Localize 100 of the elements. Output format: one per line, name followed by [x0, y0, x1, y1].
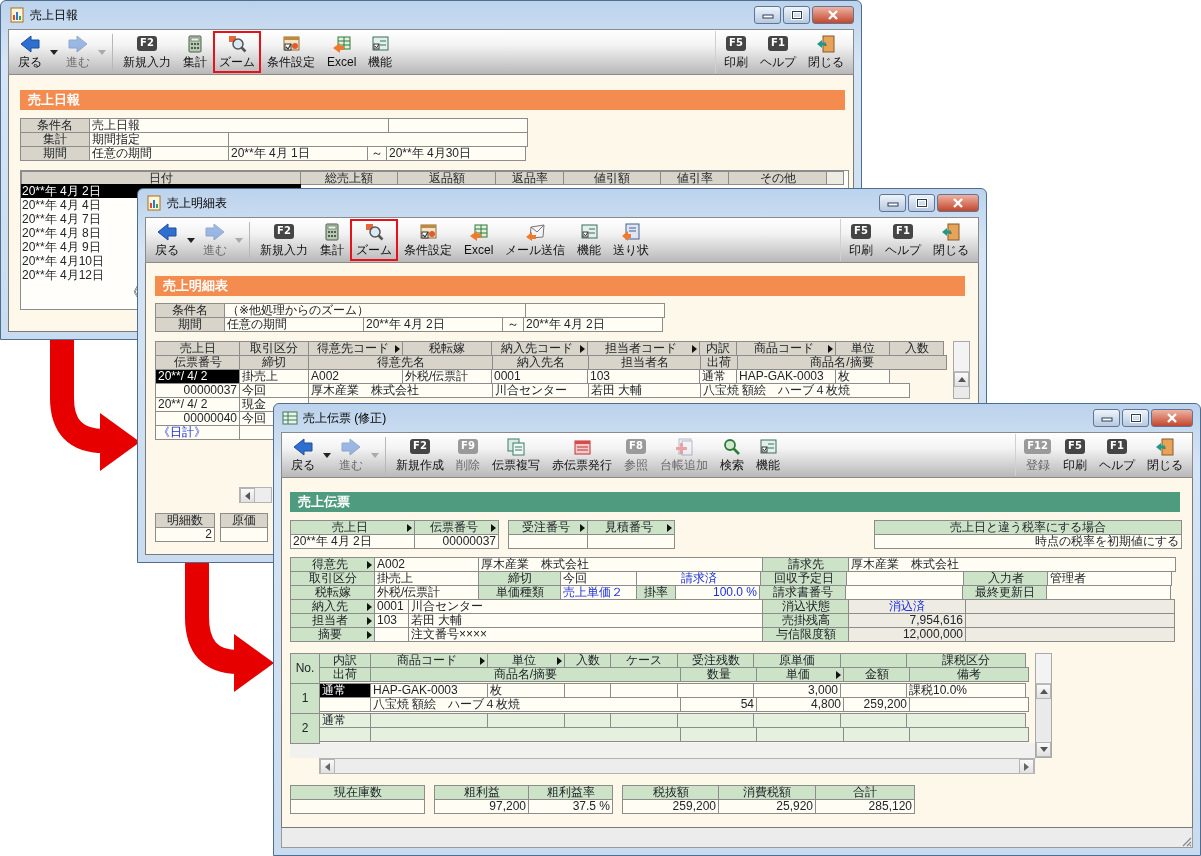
- toolbar-button[interactable]: 集計: [314, 219, 350, 261]
- right-triangle-icon: [1024, 762, 1029, 771]
- toolbar-button[interactable]: 検索: [714, 434, 750, 476]
- column-header: 数量: [680, 667, 757, 682]
- scroll-left-button[interactable]: [240, 488, 255, 503]
- minimize-button[interactable]: [1093, 409, 1120, 427]
- toolbar-button[interactable]: F2 新規入力: [117, 31, 177, 73]
- slip-icon: [572, 438, 592, 456]
- table-cell: 若田 大輔: [588, 383, 701, 398]
- minimize-button[interactable]: [754, 6, 781, 24]
- toolbar-button[interactable]: F2 新規作成: [390, 434, 450, 476]
- toolbar-button[interactable]: F5 印刷: [718, 31, 754, 73]
- field-label: 得意先: [311, 558, 349, 571]
- table-cell: 厚木産業 株式会社: [308, 383, 493, 398]
- down-triangle-icon: [1039, 747, 1048, 752]
- toolbar-button[interactable]: 伝票複写: [486, 434, 546, 476]
- toolbar-button[interactable]: 送り状: [607, 219, 656, 261]
- back-arrow-icon: [20, 35, 40, 53]
- toolbar-button[interactable]: ズーム: [213, 31, 261, 73]
- field-value: 2: [155, 527, 215, 542]
- toolbar-button[interactable]: 機能: [750, 434, 786, 476]
- maximize-button[interactable]: [1122, 409, 1149, 427]
- scroll-left-button[interactable]: [320, 759, 335, 774]
- toolbar-button[interactable]: 閉じる: [927, 219, 975, 261]
- key-badge: F1: [768, 36, 788, 51]
- field-value: 00000037: [414, 534, 499, 549]
- field-value: 20**年 4月 1日: [228, 146, 368, 161]
- door-icon: [941, 223, 961, 241]
- toolbar-button[interactable]: F5 印刷: [843, 219, 879, 261]
- column-header: 出荷: [319, 667, 371, 682]
- table-cell: 54: [680, 697, 757, 712]
- toolbar-button[interactable]: F5 印刷: [1057, 434, 1093, 476]
- scroll-down-button[interactable]: [1036, 742, 1051, 757]
- toolbar-button[interactable]: 機能: [571, 219, 608, 261]
- close-button[interactable]: [1151, 409, 1193, 427]
- toolbar-button[interactable]: メール送信: [499, 219, 572, 261]
- calculator-icon: [322, 223, 342, 241]
- toolbar-button[interactable]: 戻る: [285, 434, 321, 476]
- toolbar-button[interactable]: 条件設定: [398, 219, 458, 261]
- field-label: 伝票番号: [429, 521, 479, 534]
- field-label: 納入先: [311, 600, 349, 613]
- left-triangle-icon: [325, 762, 330, 771]
- toolbar-button[interactable]: 戻る: [12, 31, 48, 73]
- back-arrow-icon: [157, 223, 177, 241]
- close-button[interactable]: [937, 194, 979, 212]
- toolbar-button[interactable]: F1 ヘルプ: [1093, 434, 1141, 476]
- toolbar-button[interactable]: F1 ヘルプ: [754, 31, 802, 73]
- scroll-right-button[interactable]: [1019, 759, 1034, 774]
- spreadsheet-icon: [331, 35, 352, 53]
- search-icon: [722, 438, 742, 456]
- field-value: 25,920: [718, 799, 816, 814]
- column-header: 日付: [21, 171, 301, 185]
- key-badge: F9: [458, 439, 478, 454]
- field-value: 20**年 4月30日: [386, 146, 526, 161]
- spreadsheet-icon: [468, 223, 489, 241]
- calculator-icon: [185, 35, 205, 53]
- close-button[interactable]: [812, 6, 854, 24]
- minimize-button[interactable]: [879, 194, 906, 212]
- column-header: その他: [728, 171, 827, 185]
- toolbar-button[interactable]: 赤伝票発行: [546, 434, 618, 476]
- toolbar-button[interactable]: ズーム: [350, 219, 398, 261]
- minimize-icon: [1100, 414, 1113, 422]
- key-badge: F8: [626, 439, 646, 454]
- toolbar-button[interactable]: Excel: [321, 31, 363, 73]
- field-value: 任意の期間: [224, 317, 364, 332]
- toolbar-button[interactable]: F1 ヘルプ: [879, 219, 927, 261]
- toolbar-button[interactable]: Excel: [458, 219, 500, 261]
- column-header: 金額: [843, 667, 910, 682]
- toolbar-button[interactable]: 閉じる: [802, 31, 850, 73]
- column-header: No.: [290, 653, 320, 684]
- scroll-up-button[interactable]: [1036, 684, 1051, 699]
- toolbar-button[interactable]: 条件設定: [261, 31, 321, 73]
- forward-arrow-icon: [341, 438, 361, 456]
- maximize-icon: [915, 198, 928, 208]
- column-header: 値引額: [563, 171, 661, 185]
- field-value: 37.5 %: [528, 799, 613, 814]
- blank-cell: [319, 697, 371, 712]
- toolbar-button[interactable]: 閉じる: [1141, 434, 1189, 476]
- field-label: 売上日: [331, 521, 369, 534]
- table-cell: 4,800: [756, 697, 844, 712]
- toolbar-button[interactable]: 機能: [362, 31, 399, 73]
- forward-arrow-icon: [68, 35, 88, 53]
- envelope-icon: [525, 223, 546, 241]
- checklist-icon: [579, 223, 600, 241]
- field-value: 285,120: [815, 799, 915, 814]
- toolbar-button[interactable]: 集計: [177, 31, 213, 73]
- field-label: 受注番号: [520, 521, 571, 534]
- column-header: 得意先コード: [316, 342, 390, 355]
- magnifier-icon: [364, 223, 384, 241]
- close-icon: [1166, 413, 1178, 423]
- scroll-up-button[interactable]: [954, 372, 969, 387]
- field-value: 12,000,000: [848, 627, 966, 642]
- field-value: ～: [502, 317, 524, 332]
- subtotal-label: 《日計》: [155, 425, 240, 440]
- key-badge: F5: [1065, 439, 1085, 454]
- back-arrow-icon: [293, 438, 313, 456]
- up-triangle-icon: [957, 377, 966, 382]
- maximize-button[interactable]: [783, 6, 810, 24]
- row-number: 2: [290, 713, 320, 744]
- maximize-button[interactable]: [908, 194, 935, 212]
